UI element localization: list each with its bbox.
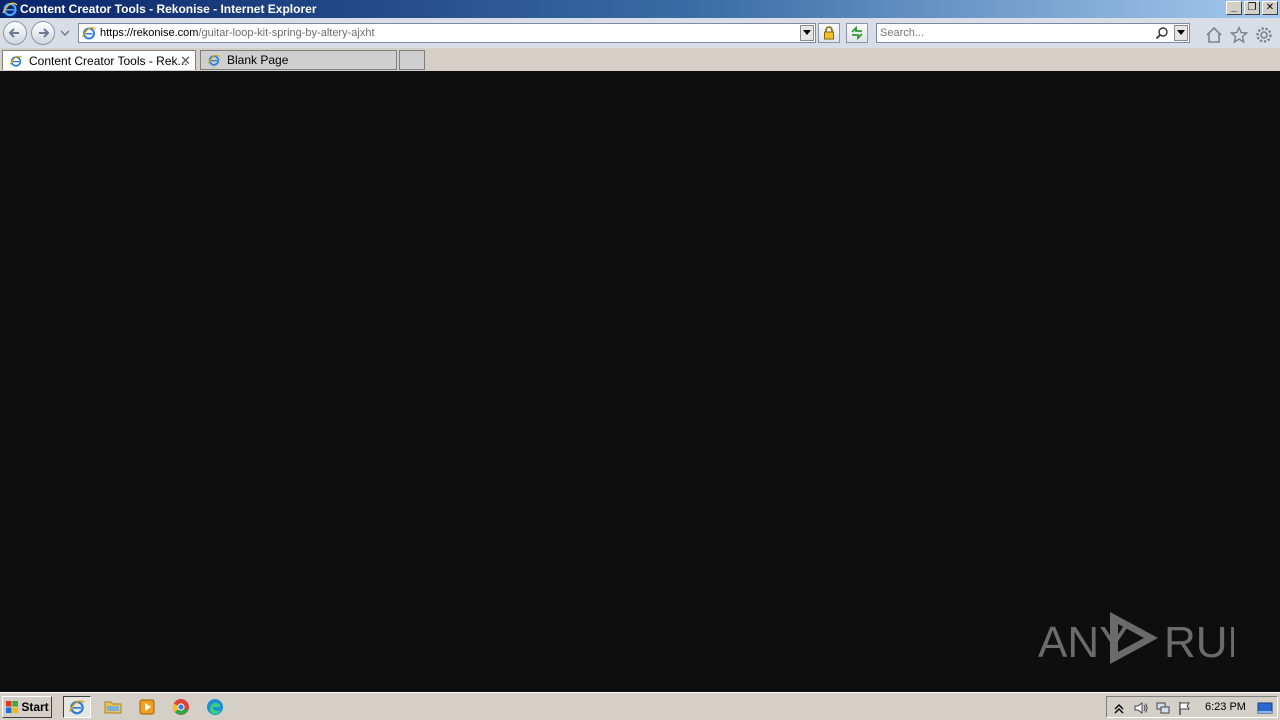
internet-explorer-icon: [69, 700, 85, 715]
forward-arrow-icon: [39, 28, 50, 38]
security-lock-button[interactable]: [818, 23, 840, 43]
minimize-button[interactable]: _: [1226, 1, 1242, 15]
tab-close-icon[interactable]: ✕: [180, 53, 191, 69]
network-icon[interactable]: [1155, 700, 1171, 716]
address-url[interactable]: https://rekonise.com/guitar-loop-kit-spr…: [100, 27, 375, 39]
folder-icon: [104, 701, 122, 714]
chevron-down-icon: [803, 30, 811, 35]
search-input[interactable]: [880, 25, 1150, 41]
show-hidden-icons-icon[interactable]: [1111, 700, 1127, 716]
tab-label: Blank Page: [227, 53, 289, 67]
address-dropdown-button[interactable]: [800, 25, 814, 41]
internet-explorer-icon: [2, 2, 18, 17]
chrome-icon: [172, 699, 189, 715]
back-button[interactable]: [3, 21, 27, 45]
start-button[interactable]: Start: [2, 696, 52, 718]
taskbar-edge[interactable]: [201, 696, 229, 718]
search-dropdown-button[interactable]: [1174, 25, 1188, 41]
play-logo-icon: [1110, 612, 1158, 664]
volume-icon[interactable]: [1133, 700, 1149, 716]
forward-button[interactable]: [31, 21, 55, 45]
action-center-flag-icon[interactable]: [1177, 700, 1193, 716]
window-title-bar: Content Creator Tools - Rekonise - Inter…: [0, 0, 1280, 18]
start-label: Start: [21, 700, 49, 714]
back-arrow-icon: [8, 28, 19, 38]
home-icon[interactable]: [1205, 26, 1223, 44]
tab-ie-icon: [207, 54, 221, 66]
address-bar[interactable]: https://rekonise.com/guitar-loop-kit-spr…: [78, 23, 816, 43]
url-path: /guitar-loop-kit-spring-by-altery-ajxht: [198, 27, 375, 39]
close-window-button[interactable]: ✕: [1262, 1, 1278, 15]
tab-blank-page[interactable]: Blank Page: [200, 50, 397, 70]
tab-ie-icon: [9, 55, 23, 67]
watermark-right-text: RUN: [1164, 618, 1234, 667]
windows-logo-icon: [6, 701, 19, 713]
navigation-bar: https://rekonise.com/guitar-loop-kit-spr…: [0, 18, 1280, 48]
tab-bar: Content Creator Tools - Rek... ✕ Blank P…: [0, 48, 1280, 71]
taskbar-internet-explorer[interactable]: [63, 696, 91, 718]
anyrun-watermark: ANY RUN: [1038, 612, 1234, 667]
restore-button[interactable]: ❐: [1244, 1, 1260, 15]
page-ie-icon: [81, 26, 96, 40]
search-icon[interactable]: [1155, 26, 1169, 40]
taskbar-media-player[interactable]: [133, 696, 161, 718]
window-controls: _ ❐ ✕: [1226, 1, 1278, 15]
gear-icon[interactable]: [1255, 26, 1273, 44]
edge-icon: [207, 699, 223, 715]
history-dropdown-icon[interactable]: [60, 28, 70, 38]
tab-content-creator-tools[interactable]: Content Creator Tools - Rek... ✕: [2, 50, 196, 70]
refresh-button[interactable]: [846, 23, 868, 43]
new-tab-button[interactable]: [399, 50, 425, 70]
show-desktop-icon[interactable]: [1257, 700, 1273, 716]
favorites-star-icon[interactable]: [1230, 26, 1248, 44]
taskbar-chrome[interactable]: [167, 696, 195, 718]
window-title: Content Creator Tools - Rekonise - Inter…: [20, 2, 317, 16]
page-content: [0, 71, 1280, 692]
refresh-icon: [851, 26, 863, 40]
media-player-icon: [139, 699, 155, 715]
chevron-down-icon: [1177, 30, 1185, 35]
tab-label: Content Creator Tools - Rek...: [29, 53, 188, 68]
taskbar-clock[interactable]: 6:23 PM: [1205, 701, 1246, 713]
lock-icon: [824, 26, 834, 40]
url-host: https://rekonise.com: [100, 27, 199, 39]
taskbar-file-explorer[interactable]: [99, 696, 127, 718]
system-tray: 6:23 PM: [1106, 696, 1278, 718]
taskbar: Start 6:23 PM: [0, 692, 1280, 720]
search-box[interactable]: [876, 23, 1190, 43]
